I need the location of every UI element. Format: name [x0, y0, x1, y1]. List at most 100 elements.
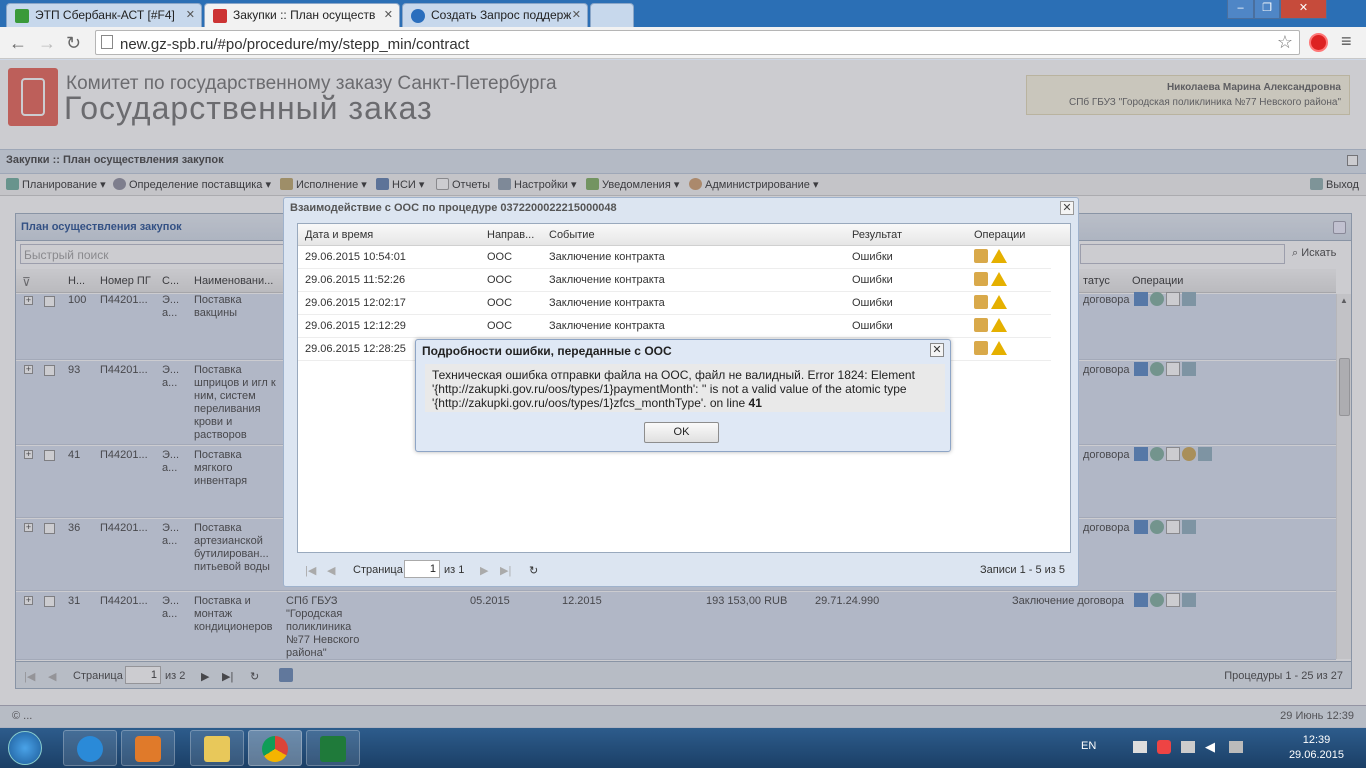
site-favicon-icon — [15, 9, 29, 23]
browser-tab-bar: ЭТП Сбербанк-АСТ [#F4] ✕ Закупки :: План… — [0, 0, 1366, 27]
minimize-button[interactable]: ‒ — [1227, 0, 1254, 19]
start-button[interactable] — [8, 731, 42, 765]
window-pager: |◀ ◀ Страница 1 из 1 ▶ ▶| ↻ Записи 1 - 5… — [297, 556, 1071, 583]
warning-icon[interactable] — [991, 318, 1007, 332]
close-icon[interactable]: ✕ — [186, 8, 195, 21]
browser-toolbar: ← → ↻ new.gz-spb.ru/#po/procedure/my/ste… — [0, 27, 1366, 59]
first-page-icon[interactable]: |◀ — [305, 564, 316, 577]
taskbar-explorer[interactable] — [190, 730, 244, 766]
dialog-title: Подробности ошибки, переданные с ООС — [422, 344, 672, 358]
package-icon[interactable] — [974, 318, 988, 332]
next-page-icon[interactable]: ▶ — [480, 564, 488, 577]
language-indicator[interactable]: EN — [1081, 740, 1096, 752]
window-close-icon[interactable]: ✕ — [1060, 201, 1074, 215]
row-operations — [974, 341, 1010, 358]
dialog-close-icon[interactable]: ✕ — [930, 343, 944, 357]
row-result: Ошибки — [852, 320, 893, 332]
help-icon — [411, 9, 425, 23]
chrome-icon — [262, 736, 288, 762]
row-result: Ошибки — [852, 297, 893, 309]
back-icon[interactable]: ← — [9, 33, 27, 54]
taskbar-chrome[interactable] — [248, 730, 302, 766]
row-event: Заключение контракта — [549, 297, 665, 309]
reload-icon[interactable]: ↻ — [66, 33, 81, 54]
row-datetime: 29.06.2015 12:02:17 — [305, 297, 406, 309]
row-result: Ошибки — [852, 251, 893, 263]
site-favicon-icon — [213, 9, 227, 23]
prev-page-icon[interactable]: ◀ — [327, 564, 335, 577]
interaction-row[interactable]: 29.06.2015 10:54:01 ООС Заключение контр… — [298, 246, 1051, 269]
network-icon[interactable] — [1181, 741, 1195, 753]
package-icon[interactable] — [974, 295, 988, 309]
message-line: Техническая ошибка отправки файла на ООС… — [432, 368, 915, 382]
message-line: '{http://zakupki.gov.ru/oos/types/1}paym… — [432, 382, 907, 396]
row-event: Заключение контракта — [549, 251, 665, 263]
excel-icon — [320, 736, 346, 762]
tab-label: Создать Запрос поддерж — [431, 8, 572, 22]
clock-date: 29.06.2015 — [1288, 749, 1344, 761]
address-url: new.gz-spb.ru/#po/procedure/my/stepp_min… — [120, 36, 470, 53]
volume-icon[interactable]: ◀ — [1205, 739, 1215, 755]
interaction-row[interactable]: 29.06.2015 12:02:17 ООС Заключение контр… — [298, 292, 1051, 315]
page-count: из 1 — [444, 564, 465, 576]
bookmark-star-icon[interactable]: ☆ — [1277, 32, 1293, 53]
address-bar[interactable]: new.gz-spb.ru/#po/procedure/my/stepp_min… — [95, 30, 1300, 55]
media-player-icon — [135, 736, 161, 762]
package-icon[interactable] — [974, 341, 988, 355]
browser-tab-etp[interactable]: ЭТП Сбербанк-АСТ [#F4] ✕ — [6, 3, 202, 27]
tray-icon[interactable] — [1229, 741, 1243, 753]
error-dialog: Подробности ошибки, переданные с ООС ✕ Т… — [415, 339, 951, 452]
close-icon[interactable]: ✕ — [384, 8, 393, 21]
taskbar: EN ◀ 12:39 29.06.2015 — [0, 728, 1366, 768]
clock[interactable]: 12:39 29.06.2015 — [1289, 733, 1344, 763]
last-page-icon[interactable]: ▶| — [500, 564, 511, 577]
interaction-row[interactable]: 29.06.2015 11:52:26 ООС Заключение контр… — [298, 269, 1051, 292]
package-icon[interactable] — [974, 272, 988, 286]
folder-icon — [204, 736, 230, 762]
col-datetime[interactable]: Дата и время — [305, 229, 373, 241]
extension-icon[interactable] — [1309, 33, 1328, 52]
browser-tab-zakupki[interactable]: Закупки :: План осуществ ✕ — [204, 3, 400, 27]
row-direction: ООС — [487, 274, 513, 286]
page-input[interactable]: 1 — [404, 560, 440, 578]
col-result[interactable]: Результат — [852, 229, 902, 241]
message-line: '{http://zakupki.gov.ru/oos/types/1}zfcs… — [432, 396, 945, 410]
row-operations — [974, 249, 1010, 266]
col-operations[interactable]: Операции — [974, 229, 1025, 241]
col-direction[interactable]: Направ... — [487, 229, 534, 241]
row-direction: ООС — [487, 320, 513, 332]
row-datetime: 29.06.2015 10:54:01 — [305, 251, 406, 263]
col-event[interactable]: Событие — [549, 229, 595, 241]
warning-icon[interactable] — [991, 295, 1007, 309]
forward-icon[interactable]: → — [38, 33, 56, 54]
row-event: Заключение контракта — [549, 320, 665, 332]
close-icon[interactable]: ✕ — [572, 8, 581, 21]
new-tab-button[interactable] — [590, 3, 634, 27]
row-operations — [974, 295, 1010, 312]
interaction-row[interactable]: 29.06.2015 12:12:29 ООС Заключение контр… — [298, 315, 1051, 338]
row-direction: ООС — [487, 297, 513, 309]
package-icon[interactable] — [974, 249, 988, 263]
warning-icon[interactable] — [991, 249, 1007, 263]
taskbar-excel[interactable] — [306, 730, 360, 766]
row-operations — [974, 318, 1010, 335]
menu-icon[interactable]: ≡ — [1341, 31, 1352, 52]
row-datetime: 29.06.2015 11:52:26 — [305, 274, 406, 286]
taskbar-media[interactable] — [121, 730, 175, 766]
page-label: Страница — [353, 564, 403, 576]
row-direction: ООС — [487, 251, 513, 263]
warning-icon[interactable] — [991, 272, 1007, 286]
row-datetime: 29.06.2015 12:12:29 — [305, 320, 406, 332]
tray-app-icon[interactable] — [1157, 740, 1171, 754]
warning-icon[interactable] — [991, 341, 1007, 355]
tab-label: Закупки :: План осуществ — [233, 8, 376, 22]
taskbar-ie[interactable] — [63, 730, 117, 766]
ok-button[interactable]: OK — [644, 422, 719, 443]
line-number: 41 — [748, 396, 762, 410]
flag-icon[interactable] — [1133, 741, 1147, 753]
window-close-button[interactable]: ✕ — [1280, 0, 1327, 19]
browser-tab-support[interactable]: Создать Запрос поддерж ✕ — [402, 3, 588, 27]
clock-time: 12:39 — [1302, 734, 1331, 746]
maximize-button[interactable]: ❐ — [1254, 0, 1280, 19]
refresh-icon[interactable]: ↻ — [529, 564, 538, 577]
